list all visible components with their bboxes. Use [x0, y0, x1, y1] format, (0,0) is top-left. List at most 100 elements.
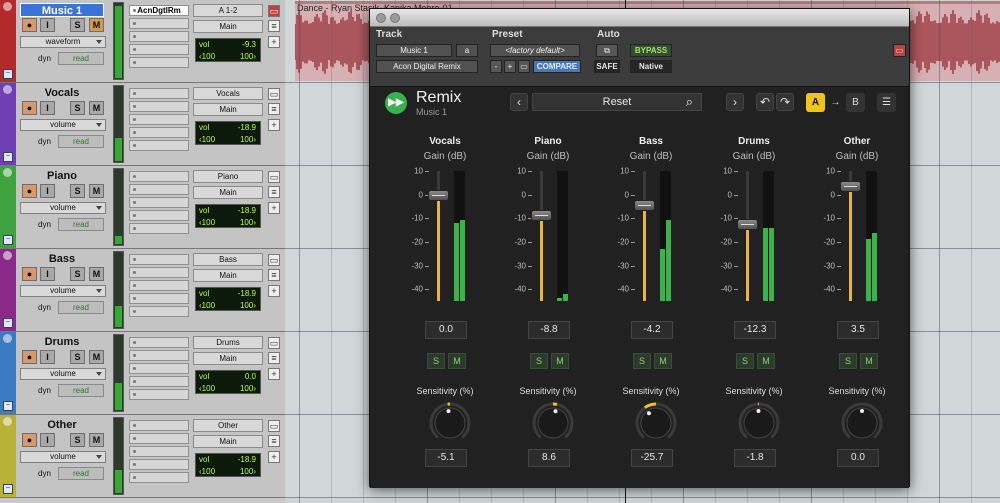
track-view-select[interactable]: volume	[20, 368, 106, 380]
insert-slot[interactable]	[129, 171, 189, 182]
track-comment-icon[interactable]: ≡	[268, 20, 280, 32]
mute-button[interactable]: M	[89, 101, 104, 115]
insert-slot[interactable]	[129, 44, 189, 55]
track-expand-icon[interactable]	[3, 85, 12, 94]
plugin-close-icon[interactable]: ▭	[893, 44, 906, 57]
mute-button[interactable]: M	[448, 353, 466, 369]
record-enable-button[interactable]: ●	[22, 101, 37, 115]
gain-value-field[interactable]: -4.2	[631, 321, 673, 339]
sensitivity-knob[interactable]	[737, 401, 781, 445]
safe-button[interactable]: SAFE	[594, 60, 620, 73]
sensitivity-value-field[interactable]: 0.0	[837, 449, 879, 467]
native-button[interactable]: Native	[630, 60, 672, 73]
track-expand-icon[interactable]	[3, 251, 12, 260]
insert-slot[interactable]	[129, 420, 189, 431]
gain-fader-handle[interactable]	[531, 210, 552, 222]
insert-slot[interactable]	[129, 306, 189, 317]
track-row[interactable]: ~ Drums ● I S M volume dyn read Drums Ma…	[0, 332, 285, 415]
input-select[interactable]: Vocals	[193, 87, 263, 100]
automation-mode-select[interactable]: read	[58, 135, 104, 148]
insert-slot[interactable]	[129, 88, 189, 99]
add-lane-icon[interactable]: +	[268, 202, 280, 214]
insert-slot[interactable]	[129, 472, 189, 483]
menu-icon[interactable]: ☰	[877, 93, 896, 112]
output-select[interactable]: Main	[193, 186, 263, 199]
add-lane-icon[interactable]: +	[268, 451, 280, 463]
gain-value-field[interactable]: 3.5	[837, 321, 879, 339]
solo-button[interactable]: S	[70, 350, 85, 364]
mute-button[interactable]: M	[89, 433, 104, 447]
insert-slot[interactable]	[129, 363, 189, 374]
volume-pan-display[interactable]: vol -18.9 ‹100 100›	[195, 121, 261, 145]
search-icon[interactable]: ⌕	[686, 94, 693, 110]
insert-slot[interactable]	[129, 127, 189, 138]
insert-slot[interactable]	[129, 280, 189, 291]
insert-slot[interactable]	[129, 267, 189, 278]
track-comment-icon[interactable]: ≡	[268, 269, 280, 281]
output-select[interactable]: Main	[193, 103, 263, 116]
redo-icon[interactable]: ↷	[776, 93, 794, 111]
preset-select[interactable]: <factory default>	[490, 44, 580, 57]
plugin-titlebar[interactable]	[370, 9, 909, 27]
track-name[interactable]: Piano	[20, 169, 104, 183]
track-record-icon[interactable]: ▭	[268, 420, 280, 432]
track-row[interactable]: ~ Other ● I S M volume dyn read Other Ma…	[0, 415, 285, 498]
track-row[interactable]: ~ Piano ● I S M volume dyn read Piano Ma…	[0, 166, 285, 249]
auto-link-icon[interactable]: ⧉	[596, 44, 618, 57]
insert-slot[interactable]	[129, 197, 189, 208]
gain-fader-handle[interactable]	[634, 199, 655, 211]
record-enable-button[interactable]: ●	[22, 350, 37, 364]
automation-mode-select[interactable]: read	[58, 218, 104, 231]
track-view-select[interactable]: volume	[20, 451, 106, 463]
automation-mode-select[interactable]: read	[58, 384, 104, 397]
insert-slot[interactable]	[129, 210, 189, 221]
sensitivity-value-field[interactable]: 8.6	[528, 449, 570, 467]
track-expand-icon[interactable]	[3, 417, 12, 426]
sensitivity-knob[interactable]	[634, 401, 678, 445]
solo-button[interactable]: S	[70, 184, 85, 198]
gain-fader-handle[interactable]	[840, 181, 861, 193]
track-expand-icon[interactable]	[3, 168, 12, 177]
input-select[interactable]: A 1-2	[193, 4, 263, 17]
input-monitor-button[interactable]: I	[40, 433, 55, 447]
track-comment-icon[interactable]: ≡	[268, 103, 280, 115]
insert-slot[interactable]: AcnDgtlRm	[129, 5, 189, 16]
insert-slot[interactable]	[129, 337, 189, 348]
track-name[interactable]: Other	[20, 418, 104, 432]
record-enable-button[interactable]: ●	[22, 433, 37, 447]
input-monitor-button[interactable]: I	[40, 267, 55, 281]
sensitivity-value-field[interactable]: -25.7	[631, 449, 673, 467]
add-lane-icon[interactable]: +	[268, 368, 280, 380]
output-select[interactable]: Main	[193, 20, 263, 33]
track-view-select[interactable]: volume	[20, 119, 106, 131]
insert-slot[interactable]	[129, 293, 189, 304]
input-select[interactable]: Other	[193, 419, 263, 432]
mute-button[interactable]: M	[654, 353, 672, 369]
add-lane-icon[interactable]: +	[268, 119, 280, 131]
record-enable-button[interactable]: ●	[22, 18, 37, 32]
solo-button[interactable]: S	[839, 353, 857, 369]
insert-slot[interactable]	[129, 140, 189, 151]
mute-button[interactable]: M	[89, 267, 104, 281]
ab-a-button[interactable]: A	[806, 93, 825, 112]
insert-slot[interactable]	[129, 376, 189, 387]
track-record-icon[interactable]: ▭	[268, 337, 280, 349]
volume-pan-display[interactable]: vol 0.0 ‹100 100›	[195, 370, 261, 394]
mute-button[interactable]: M	[551, 353, 569, 369]
undo-icon[interactable]: ↶	[756, 93, 774, 111]
insert-slot[interactable]	[129, 446, 189, 457]
track-variant-select[interactable]: a	[456, 44, 478, 57]
track-name[interactable]: Drums	[20, 335, 104, 349]
close-dot-icon[interactable]	[376, 13, 386, 23]
record-enable-button[interactable]: ●	[22, 184, 37, 198]
solo-button[interactable]: S	[70, 433, 85, 447]
minimize-dot-icon[interactable]	[390, 13, 400, 23]
insert-slot[interactable]	[129, 57, 189, 68]
preset-minus-button[interactable]: -	[490, 60, 502, 73]
insert-slot[interactable]	[129, 184, 189, 195]
sensitivity-knob[interactable]	[840, 401, 884, 445]
sensitivity-value-field[interactable]: -1.8	[734, 449, 776, 467]
insert-slot[interactable]	[129, 31, 189, 42]
insert-slot[interactable]	[129, 433, 189, 444]
sensitivity-value-field[interactable]: -5.1	[425, 449, 467, 467]
